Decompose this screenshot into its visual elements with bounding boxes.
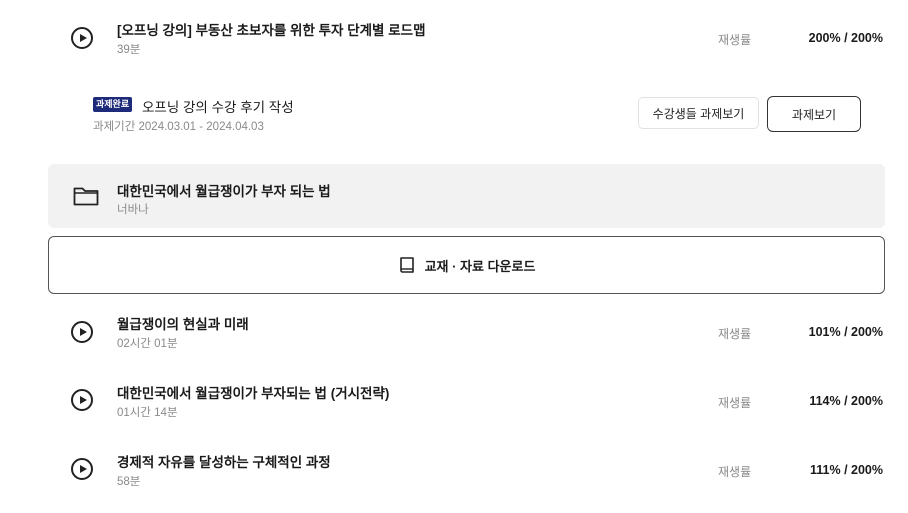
play-circle-icon[interactable]: [71, 27, 93, 49]
lecture-duration: 39분: [117, 44, 141, 56]
lecture-title[interactable]: 월급쟁이의 현실과 미래: [117, 313, 249, 333]
lecture-row[interactable]: [오프닝 강의] 부동산 초보자를 위한 투자 단계별 로드맵 39분 재생률 …: [0, 10, 908, 70]
play-rate-value: 101% / 200%: [808, 325, 883, 339]
play-rate-value: 114% / 200%: [809, 394, 883, 408]
play-rate-value: 200% / 200%: [808, 31, 883, 45]
download-materials-button[interactable]: 교재 · 자료 다운로드: [48, 236, 885, 294]
view-assignment-button[interactable]: 과제보기: [767, 96, 861, 132]
lecture-duration: 02시간 01분: [117, 338, 178, 350]
assignment-title: 오프닝 강의 수강 후기 작성: [142, 100, 294, 115]
play-circle-icon[interactable]: [71, 321, 93, 343]
lecture-row[interactable]: 경제적 자유를 달성하는 구체적인 과정 58분 재생률 111% / 200%: [0, 444, 908, 504]
play-rate-label: 재생률: [718, 33, 752, 47]
view-students-assignments-button[interactable]: 수강생들 과제보기: [638, 97, 759, 129]
lecture-title[interactable]: [오프닝 강의] 부동산 초보자를 위한 투자 단계별 로드맵: [117, 19, 426, 39]
download-label: 교재 · 자료 다운로드: [424, 258, 536, 274]
lecture-title[interactable]: 경제적 자유를 달성하는 구체적인 과정: [117, 451, 331, 471]
lecture-duration: 58분: [117, 476, 141, 488]
lecture-title[interactable]: 대한민국에서 월급쟁이가 부자되는 법 (거시전략): [117, 382, 389, 402]
book-icon: [399, 257, 414, 273]
folder-author: 너바나: [117, 204, 149, 216]
folder-icon: [73, 187, 99, 206]
assignment-period: 과제기간 2024.03.01 - 2024.04.03: [93, 121, 264, 133]
assignment-complete-badge: 과제완료: [93, 97, 133, 112]
lecture-row[interactable]: 대한민국에서 월급쟁이가 부자되는 법 (거시전략) 01시간 14분 재생률 …: [0, 374, 908, 434]
lecture-row[interactable]: 월급쟁이의 현실과 미래 02시간 01분 재생률 101% / 200%: [0, 304, 908, 364]
play-circle-icon[interactable]: [71, 389, 93, 411]
play-rate-label: 재생률: [718, 327, 752, 341]
play-rate-value: 111% / 200%: [810, 463, 883, 477]
play-circle-icon[interactable]: [71, 458, 93, 480]
play-rate-label: 재생률: [718, 465, 752, 479]
lecture-duration: 01시간 14분: [117, 407, 178, 419]
play-rate-label: 재생률: [718, 396, 752, 410]
folder-title[interactable]: 대한민국에서 월급쟁이가 부자 되는 법: [117, 180, 331, 200]
